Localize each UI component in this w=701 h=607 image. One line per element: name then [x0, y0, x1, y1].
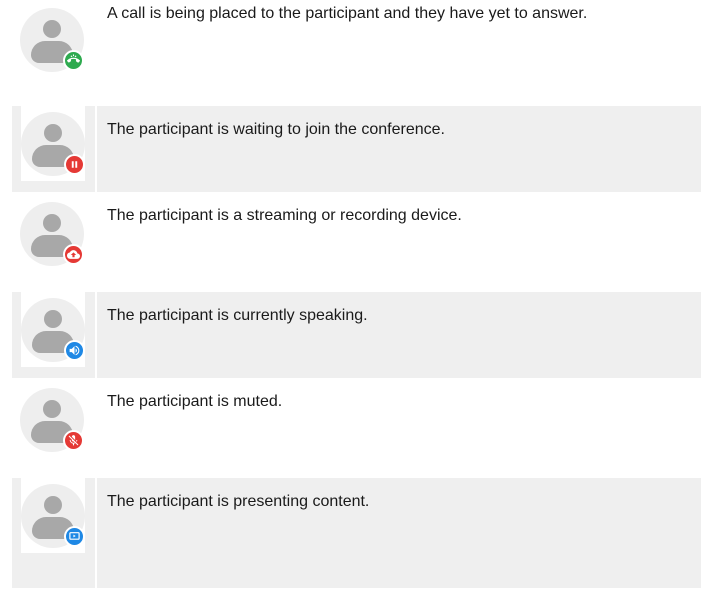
status-row-speaking: The participant is currently speaking. — [12, 292, 701, 380]
status-row-presenting: The participant is presenting content. — [12, 478, 701, 590]
status-description: A call is being placed to the participan… — [107, 5, 588, 22]
status-description: The participant is currently speaking. — [107, 307, 368, 324]
status-row-streaming: The participant is a streaming or record… — [12, 194, 701, 292]
icon-cell — [12, 380, 97, 476]
participant-avatar — [20, 8, 84, 72]
icon-cell — [12, 292, 97, 378]
status-description: The participant is waiting to join the c… — [107, 121, 445, 138]
participant-avatar — [21, 106, 85, 181]
presentation-icon — [64, 526, 85, 547]
avatar-head — [44, 124, 62, 142]
icon-cell — [12, 478, 97, 588]
icon-cell — [12, 0, 97, 86]
avatar-head — [43, 20, 61, 38]
cloud-upload-icon — [63, 244, 84, 265]
status-row-muted: The participant is muted. — [12, 380, 701, 478]
mic-off-icon — [63, 430, 84, 451]
row-spacer — [12, 88, 701, 106]
ringing-phone-icon — [63, 50, 84, 71]
participant-avatar — [20, 202, 84, 266]
participant-avatar — [21, 478, 85, 553]
pause-icon — [64, 154, 85, 175]
avatar-head — [44, 496, 62, 514]
avatar-head — [43, 214, 61, 232]
participant-avatar — [21, 292, 85, 367]
participant-status-legend: A call is being placed to the participan… — [12, 0, 701, 590]
status-description: The participant is presenting content. — [107, 493, 370, 510]
icon-cell — [12, 106, 97, 192]
speaker-icon — [64, 340, 85, 361]
avatar-head — [43, 400, 61, 418]
status-description: The participant is a streaming or record… — [107, 207, 462, 224]
icon-cell — [12, 194, 97, 290]
status-row-waiting: The participant is waiting to join the c… — [12, 106, 701, 194]
status-row-calling: A call is being placed to the participan… — [12, 0, 701, 88]
participant-avatar — [20, 388, 84, 452]
avatar-head — [44, 310, 62, 328]
status-description: The participant is muted. — [107, 393, 283, 410]
